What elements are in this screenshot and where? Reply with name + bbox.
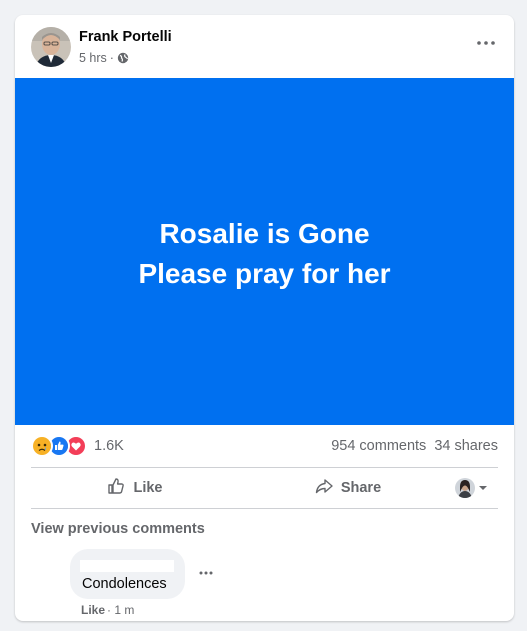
post-time[interactable]: 5 hrs [79,51,107,65]
react-as-selector[interactable] [455,477,488,499]
comments-count[interactable]: 954 comments [331,438,426,454]
comment-bubble: Condolences [70,549,185,599]
divider-bottom [31,508,498,509]
post-options-icon[interactable] [472,33,500,53]
like-button-label: Like [133,480,163,496]
globe-icon[interactable] [117,52,129,64]
comment-options-icon[interactable] [197,567,215,579]
reactions-summary[interactable]: 1.6K [31,435,124,457]
thumbs-up-icon [107,477,125,499]
like-button[interactable]: Like [75,471,195,505]
user-avatar [455,478,475,498]
post-card: Frank Portelli 5 hrs · Rosalie is Gone P… [15,15,514,621]
post-image[interactable]: Rosalie is Gone Please pray for her [15,78,514,425]
meta-separator: · [109,51,114,65]
comment-time[interactable]: · 1 m [107,603,134,617]
post-image-line-2: Please pray for her [138,258,391,289]
view-previous-comments-link[interactable]: View previous comments [31,521,205,537]
share-button-label: Share [340,480,382,496]
comment-like-button[interactable]: Like [81,603,105,617]
post-meta: 5 hrs · [79,51,129,65]
sad-reaction-icon [31,435,53,457]
engagement-stats: 954 comments 34 shares [331,438,498,454]
reaction-count[interactable]: 1.6K [94,438,124,454]
author-name[interactable]: Frank Portelli [79,29,172,45]
comment-text: Condolences [82,576,167,592]
divider-top [31,467,498,468]
post-image-line-1: Rosalie is Gone [159,218,370,249]
chevron-down-icon [478,479,488,497]
post-image-text: Rosalie is Gone Please pray for her [138,214,390,294]
comment-author-redacted[interactable] [80,560,174,572]
share-button[interactable]: Share [283,471,413,505]
shares-count[interactable]: 34 shares [434,438,498,454]
author-avatar[interactable] [31,27,71,67]
share-arrow-icon [315,477,333,499]
